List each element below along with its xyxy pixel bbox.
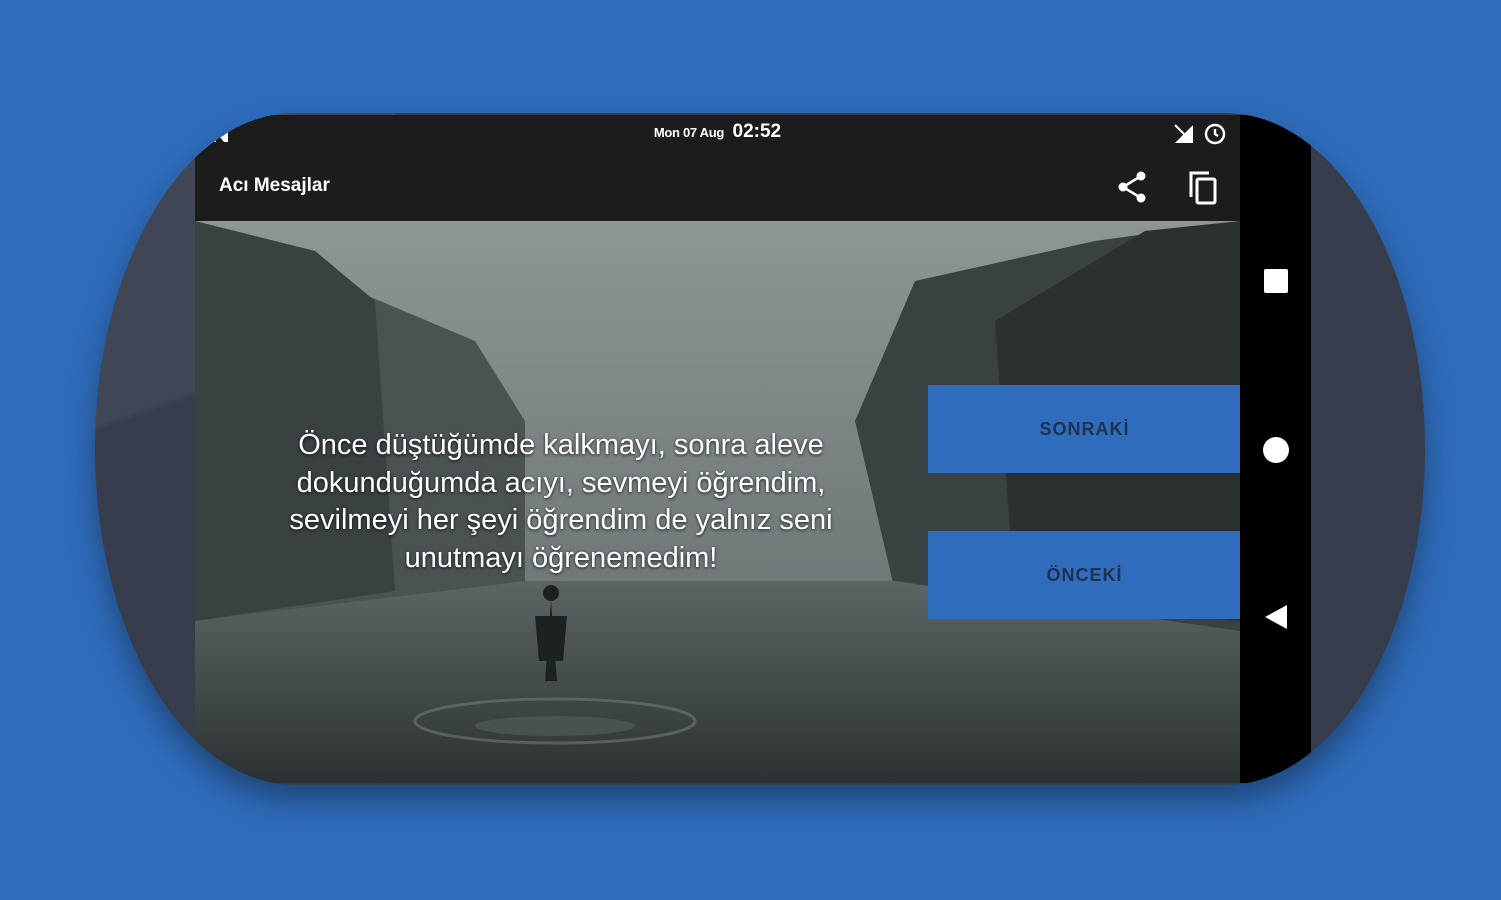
signal-icon	[1174, 124, 1193, 143]
status-bar: Mon 07 Aug 02:52	[195, 115, 1240, 153]
app-title: Acı Mesajlar	[219, 175, 330, 196]
status-clock: Mon 07 Aug 02:52	[195, 121, 1240, 143]
share-button[interactable]	[1113, 167, 1153, 207]
back-icon[interactable]	[1263, 603, 1289, 631]
message-text: Önce düştüğümde kalkmayı, sonra aleve do…	[289, 429, 833, 574]
next-button[interactable]: SONRAKİ	[928, 385, 1240, 473]
home-icon[interactable]	[1263, 437, 1289, 463]
copy-button[interactable]	[1183, 167, 1223, 207]
device-screen: Mon 07 Aug 02:52 Acı Mesajlar Önce düştü…	[195, 115, 1311, 783]
navigation-bar	[1240, 115, 1311, 783]
copy-icon	[1189, 171, 1217, 205]
sync-icon	[1204, 123, 1226, 145]
message-content: Önce düştüğümde kalkmayı, sonra aleve do…	[195, 221, 1240, 783]
previous-button[interactable]: ÖNCEKİ	[928, 531, 1240, 619]
recents-icon[interactable]	[1264, 269, 1288, 293]
status-date: Mon 07 Aug	[653, 125, 725, 140]
app-bar: Acı Mesajlar	[195, 153, 1240, 221]
device-frame: Mon 07 Aug 02:52 Acı Mesajlar Önce düştü…	[95, 113, 1425, 785]
share-icon	[1118, 171, 1146, 203]
status-time: 02:52	[732, 121, 782, 142]
